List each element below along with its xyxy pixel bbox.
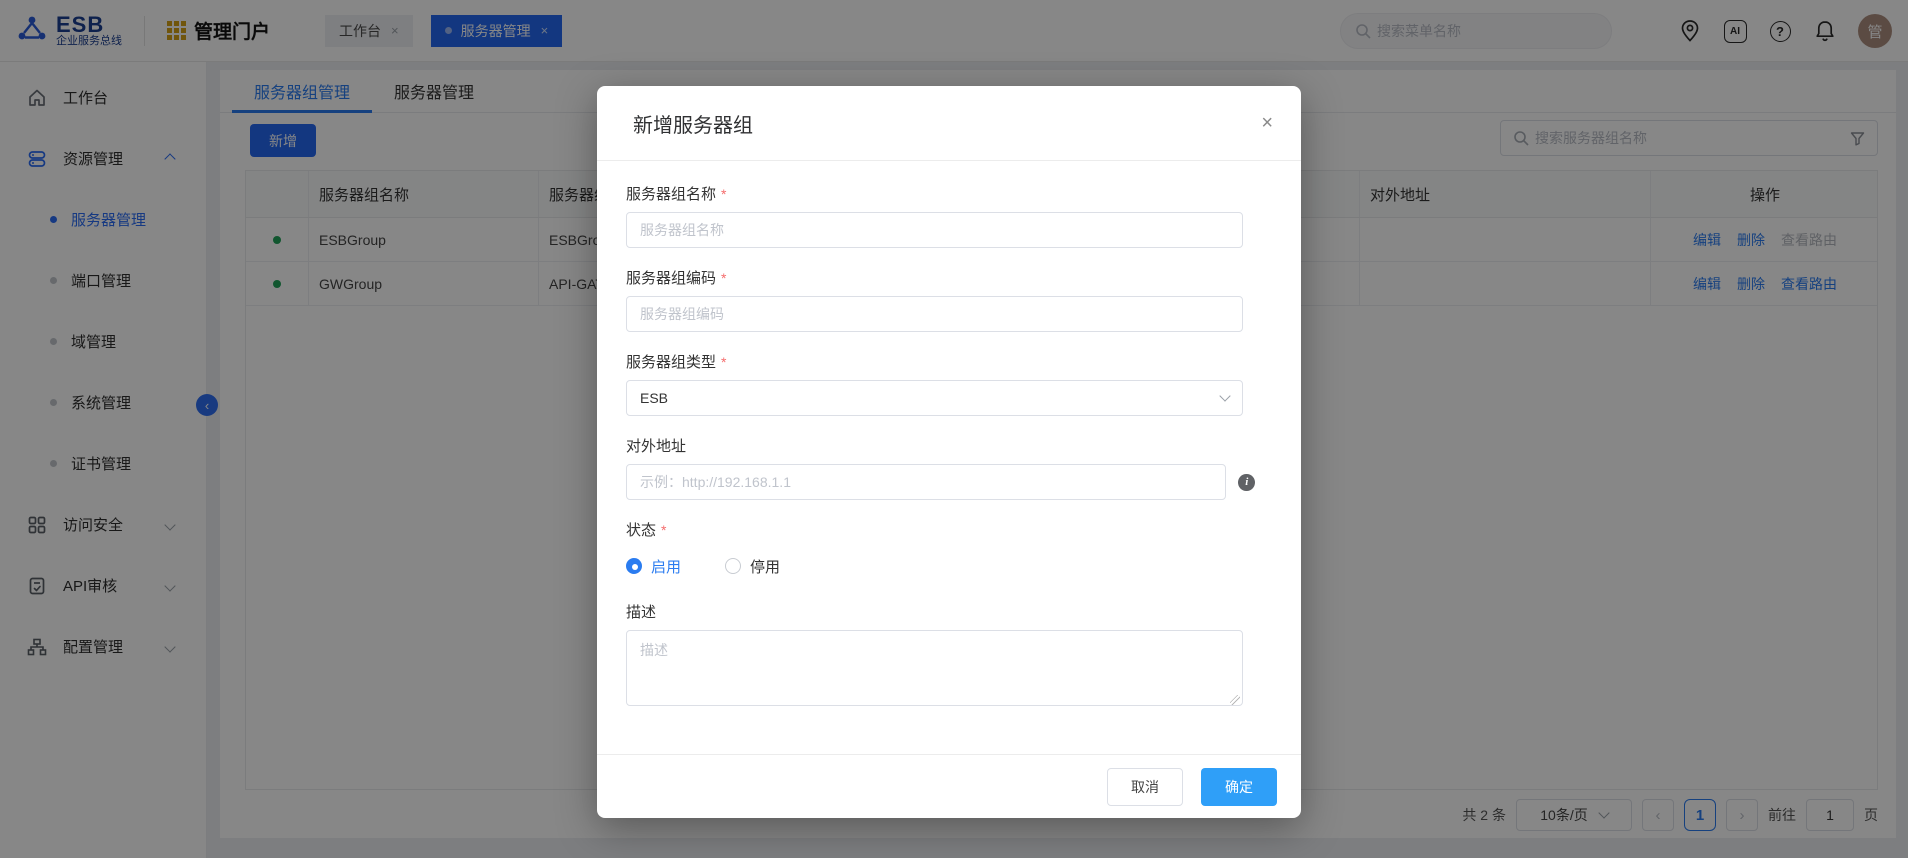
description-textarea[interactable] — [626, 630, 1243, 706]
field-label: 服务器组类型 — [626, 351, 716, 372]
field-status: 状态 * 启用 停用 — [626, 519, 1255, 578]
chevron-down-icon — [1219, 390, 1230, 401]
radio-dot-icon — [725, 558, 741, 574]
required-asterisk: * — [661, 522, 666, 538]
radio-dot-icon — [626, 558, 642, 574]
group-name-input[interactable] — [626, 212, 1243, 248]
field-label: 描述 — [626, 601, 656, 622]
info-icon[interactable]: i — [1238, 474, 1255, 491]
dialog-title: 新增服务器组 — [633, 109, 753, 138]
group-type-select[interactable]: ESB — [626, 380, 1243, 416]
field-description: 描述 — [626, 601, 1255, 711]
close-icon[interactable]: × — [1261, 113, 1273, 133]
add-server-group-dialog: 新增服务器组 × 服务器组名称 * 服务器组编码 * 服务器组类型 * ESB — [597, 86, 1301, 818]
resize-handle[interactable] — [1230, 695, 1240, 705]
required-asterisk: * — [721, 354, 726, 370]
status-radio-enabled[interactable]: 启用 — [626, 556, 681, 577]
group-code-input[interactable] — [626, 296, 1243, 332]
select-value: ESB — [640, 390, 668, 406]
cancel-button[interactable]: 取消 — [1107, 768, 1183, 806]
confirm-button[interactable]: 确定 — [1201, 768, 1277, 806]
external-address-input[interactable] — [626, 464, 1226, 500]
status-radio-disabled[interactable]: 停用 — [725, 556, 780, 577]
field-label: 状态 — [626, 519, 656, 540]
field-label: 对外地址 — [626, 435, 686, 456]
field-group-code: 服务器组编码 * — [626, 267, 1255, 332]
required-asterisk: * — [721, 270, 726, 286]
field-label: 服务器组名称 — [626, 183, 716, 204]
required-asterisk: * — [721, 186, 726, 202]
field-group-type: 服务器组类型 * ESB — [626, 351, 1255, 416]
field-external-address: 对外地址 i — [626, 435, 1255, 500]
field-group-name: 服务器组名称 * — [626, 183, 1255, 248]
field-label: 服务器组编码 — [626, 267, 716, 288]
